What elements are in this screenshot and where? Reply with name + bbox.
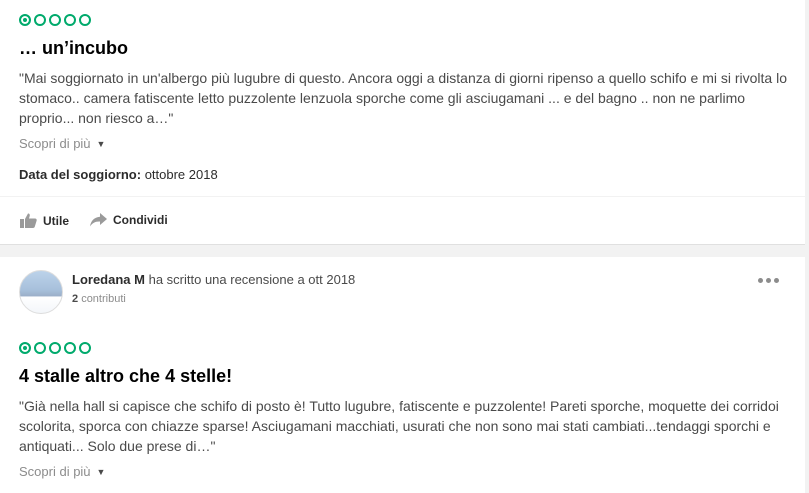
read-more-label: Scopri di più: [19, 136, 91, 151]
avatar[interactable]: [19, 270, 63, 314]
author-name[interactable]: Loredana M: [72, 272, 145, 287]
share-label: Condividi: [113, 213, 168, 227]
stay-date: Data del soggiorno: ottobre 2018: [19, 167, 218, 182]
useful-button[interactable]: Utile: [20, 213, 69, 228]
contributions: 2 contributi: [72, 293, 126, 305]
review-text: "Già nella hall si capisce che schifo di…: [19, 398, 779, 454]
rating-bubble-filled: [19, 14, 31, 26]
thumbs-up-icon: [20, 213, 37, 228]
rating-bubble-empty: [79, 342, 91, 354]
review-actions: Utile Condividi: [0, 196, 805, 245]
chevron-down-icon: ▼: [96, 138, 106, 149]
rating-bubble-filled: [19, 342, 31, 354]
review-title[interactable]: … un’incubo: [19, 38, 128, 59]
chevron-down-icon: ▼: [96, 466, 106, 477]
rating-bubble-empty: [64, 342, 76, 354]
review-card: Loredana M ha scritto una recensione a o…: [0, 257, 805, 493]
stay-date-value: ottobre 2018: [144, 167, 218, 182]
rating-bubble-empty: [34, 14, 46, 26]
share-arrow-icon: [90, 213, 107, 227]
share-button[interactable]: Condividi: [90, 213, 168, 227]
review-card: … un’incubo "Mai soggiornato in un'alber…: [0, 0, 805, 245]
ellipsis-icon[interactable]: [758, 278, 779, 283]
author-action: ha scritto una recensione a ott 2018: [148, 272, 356, 287]
rating-bubble-empty: [64, 14, 76, 26]
rating-bubble-empty: [49, 14, 61, 26]
review-author-header: Loredana M ha scritto una recensione a o…: [0, 257, 805, 327]
author-line: Loredana M ha scritto una recensione a o…: [72, 272, 355, 287]
rating-bubbles: [19, 14, 91, 26]
rating-bubble-empty: [34, 342, 46, 354]
rating-bubbles: [19, 342, 91, 354]
review-title[interactable]: 4 stalle altro che 4 stelle!: [19, 366, 232, 387]
useful-label: Utile: [43, 213, 70, 228]
read-more-label: Scopri di più: [19, 464, 91, 479]
read-more-link[interactable]: Scopri di più ▼: [19, 464, 105, 479]
review-text: "Mai soggiornato in un'albergo più lugub…: [19, 70, 787, 126]
rating-bubble-empty: [49, 342, 61, 354]
rating-bubble-empty: [79, 14, 91, 26]
contributions-count: 2: [72, 293, 79, 305]
stay-date-label: Data del soggiorno:: [19, 167, 142, 182]
contributions-label: contributi: [81, 293, 126, 305]
read-more-link[interactable]: Scopri di più ▼: [19, 136, 105, 151]
